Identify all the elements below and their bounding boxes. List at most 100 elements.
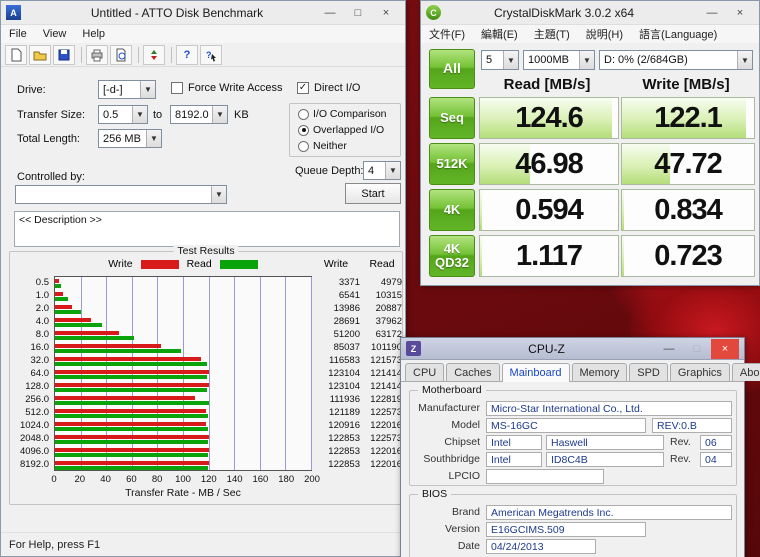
cdm-test-button[interactable]: Seq	[429, 97, 475, 139]
close-icon[interactable]: ×	[372, 3, 400, 23]
chipset-rev-label: Rev.	[670, 435, 691, 450]
drive-select[interactable]: D: 0% (2/684GB)▼	[599, 50, 753, 70]
write-value: 123104	[310, 380, 360, 393]
tab-spd[interactable]: SPD	[629, 363, 668, 381]
cdm-test-button[interactable]: 4K QD32	[429, 235, 475, 277]
print-icon[interactable]	[86, 45, 108, 65]
write-bar	[55, 292, 63, 296]
start-button[interactable]: Start	[345, 183, 401, 204]
menu-theme[interactable]: 主題(T)	[526, 25, 578, 43]
direct-io-checkbox[interactable]: ✓ Direct I/O	[297, 82, 360, 94]
neither-radio[interactable]: Neither	[298, 140, 347, 152]
cdm-test-button[interactable]: 4K	[429, 189, 475, 231]
minimize-icon[interactable]: —	[655, 339, 683, 359]
context-help-icon[interactable]: ?	[200, 45, 222, 65]
cpuz-window: Z CPU-Z — □ × CPUCachesMainboardMemorySP…	[400, 337, 745, 557]
tab-memory[interactable]: Memory	[572, 363, 628, 381]
total-length-select[interactable]: 256 MB▼	[98, 129, 162, 148]
cdm-titlebar[interactable]: C CrystalDiskMark 3.0.2 x64 — ×	[421, 1, 759, 25]
chart-plot-area	[54, 276, 312, 471]
atto-menubar: File View Help	[1, 25, 405, 43]
read-value: 121414	[362, 380, 402, 393]
cdm-rows: Seq 124.6 122.1 512K 46.98 47.72 4	[421, 97, 759, 281]
chevron-down-icon: ▼	[579, 51, 594, 69]
cpuz-app-icon: Z	[406, 341, 421, 356]
write-value: 122853	[310, 432, 360, 445]
write-bar	[55, 357, 201, 361]
cdm-test-row: 4K QD32 1.117 0.723	[429, 235, 759, 277]
transfer-size-label: Transfer Size:	[17, 109, 85, 121]
read-value: 63172	[362, 328, 402, 341]
queue-depth-select[interactable]: 4▼	[363, 161, 401, 180]
y-tick-label: 1024.0	[10, 419, 52, 432]
new-file-icon[interactable]	[5, 45, 27, 65]
menu-file[interactable]: 文件(F)	[421, 25, 473, 43]
cpuz-titlebar[interactable]: Z CPU-Z — □ ×	[401, 338, 744, 360]
description-box[interactable]: << Description >>	[14, 211, 400, 247]
cdm-read-cell: 0.594	[479, 189, 619, 231]
chart-row	[55, 420, 311, 433]
test-size-select[interactable]: 1000MB▼	[523, 50, 595, 70]
southbridge-rev-field: 04	[700, 452, 732, 467]
read-bar	[55, 453, 208, 457]
run-count-select[interactable]: 5▼	[481, 50, 519, 70]
radio-icon	[298, 141, 309, 152]
southbridge-vendor-field: Intel	[486, 452, 542, 467]
force-write-access-checkbox[interactable]: Force Write Access	[171, 82, 283, 94]
chart-row	[55, 394, 311, 407]
minimize-icon[interactable]: —	[698, 3, 726, 23]
x-tick-label: 200	[304, 474, 320, 485]
tab-caches[interactable]: Caches	[446, 363, 499, 381]
write-bar	[55, 448, 209, 452]
to-label: to	[153, 109, 162, 121]
atto-statusbar: For Help, press F1	[1, 532, 405, 556]
chevron-down-icon: ▼	[737, 51, 752, 69]
write-bar	[55, 344, 161, 348]
atto-titlebar[interactable]: A Untitled - ATTO Disk Benchmark — □ ×	[1, 1, 405, 25]
read-value: 121573	[362, 354, 402, 367]
help-icon[interactable]: ?	[176, 45, 198, 65]
io-comparison-radio[interactable]: I/O Comparison	[298, 108, 387, 120]
minimize-icon[interactable]: —	[316, 3, 344, 23]
transfer-to-select[interactable]: 8192.0▼	[170, 105, 228, 124]
open-folder-icon[interactable]	[29, 45, 51, 65]
tab-about[interactable]: About	[732, 363, 760, 381]
lpcio-field	[486, 469, 604, 484]
tab-graphics[interactable]: Graphics	[670, 363, 730, 381]
menu-view[interactable]: View	[35, 27, 75, 41]
tab-mainboard[interactable]: Mainboard	[502, 363, 570, 382]
read-value: 122819	[362, 393, 402, 406]
maximize-icon[interactable]: □	[344, 3, 372, 23]
menu-edit[interactable]: 編輯(E)	[473, 25, 526, 43]
x-tick-label: 80	[152, 474, 163, 485]
cdm-all-button[interactable]: All	[429, 49, 475, 89]
drive-select[interactable]: [-d-]▼	[98, 80, 156, 99]
menu-help[interactable]: 說明(H)	[578, 25, 631, 43]
close-icon[interactable]: ×	[711, 339, 739, 359]
close-icon[interactable]: ×	[726, 3, 754, 23]
kb-label: KB	[234, 109, 249, 121]
menu-language[interactable]: 語言(Language)	[631, 25, 725, 43]
save-icon[interactable]	[53, 45, 75, 65]
overlapped-io-radio[interactable]: Overlapped I/O	[298, 124, 384, 136]
transfer-from-select[interactable]: 0.5▼	[98, 105, 148, 124]
chart-row	[55, 342, 311, 355]
tab-cpu[interactable]: CPU	[405, 363, 444, 381]
cpuz-tabs: CPUCachesMainboardMemorySPDGraphicsAbout	[401, 360, 744, 382]
print-preview-icon[interactable]	[110, 45, 132, 65]
controlled-by-select[interactable]: ▼	[15, 185, 227, 204]
maximize-icon[interactable]: □	[683, 339, 711, 359]
write-swatch-icon	[141, 260, 179, 269]
read-value: 122573	[362, 432, 402, 445]
menu-file[interactable]: File	[1, 27, 35, 41]
chevron-down-icon: ▼	[140, 81, 155, 98]
radio-selected-icon	[298, 125, 309, 136]
sort-arrows-icon[interactable]	[143, 45, 165, 65]
y-tick-label: 0.5	[10, 276, 52, 289]
cdm-test-button[interactable]: 512K	[429, 143, 475, 185]
y-tick-label: 4096.0	[10, 445, 52, 458]
read-bar	[55, 414, 208, 418]
menu-help[interactable]: Help	[74, 27, 113, 41]
write-values-column: 3371654113986286915120085037116583123104…	[310, 276, 360, 471]
chart-row	[55, 355, 311, 368]
